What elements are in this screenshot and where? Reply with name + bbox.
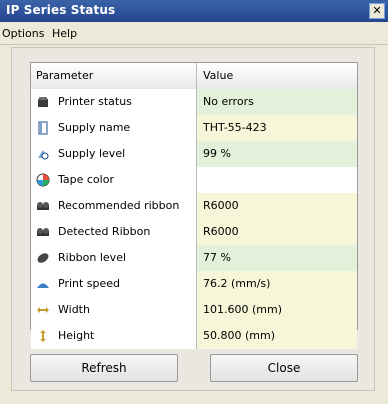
- parameter-cell: Width: [31, 297, 197, 323]
- table-row: Detected Ribbon R6000: [31, 219, 357, 245]
- parameter-label: Supply level: [58, 147, 126, 160]
- table-row: Supply name THT-55-423: [31, 115, 357, 141]
- parameter-cell: Supply name: [31, 115, 197, 141]
- value-cell: 101.600 (mm): [197, 297, 357, 323]
- status-table: Parameter Value Printer status No errors S…: [30, 62, 358, 349]
- table-row: Recommended ribbon R6000: [31, 193, 357, 219]
- table-header-row: Parameter Value: [31, 63, 357, 89]
- value-cell: [197, 167, 357, 193]
- parameter-cell: Height: [31, 323, 197, 349]
- table-row: Printer status No errors: [31, 89, 357, 115]
- height-icon: [36, 329, 50, 343]
- parameter-cell: Tape color: [31, 167, 197, 193]
- window-title: IP Series Status: [6, 3, 116, 17]
- speed-icon: [36, 277, 50, 291]
- parameter-label: Height: [58, 329, 95, 342]
- parameter-label: Detected Ribbon: [58, 225, 151, 238]
- width-icon: [36, 303, 50, 317]
- table-row: Width 101.600 (mm): [31, 297, 357, 323]
- printer-icon: [36, 95, 50, 109]
- table-row: Tape color: [31, 167, 357, 193]
- value-cell: No errors: [197, 89, 357, 115]
- menu-bar: Options Help: [0, 23, 388, 45]
- supply-level-icon: [36, 147, 50, 161]
- close-button[interactable]: Close: [210, 354, 358, 382]
- value-cell: R6000: [197, 193, 357, 219]
- parameter-cell: Supply level: [31, 141, 197, 167]
- ribbon-icon: [36, 225, 50, 239]
- table-row: Ribbon level 77 %: [31, 245, 357, 271]
- parameter-cell: Print speed: [31, 271, 197, 297]
- parameter-cell: Recommended ribbon: [31, 193, 197, 219]
- title-bar: IP Series Status ✕: [0, 0, 388, 22]
- supply-icon: [36, 121, 50, 135]
- table-row: Supply level 99 %: [31, 141, 357, 167]
- refresh-button[interactable]: Refresh: [30, 354, 178, 382]
- close-icon[interactable]: ✕: [369, 3, 385, 19]
- header-parameter: Parameter: [31, 63, 197, 89]
- menu-help[interactable]: Help: [52, 27, 77, 40]
- value-cell: 77 %: [197, 245, 357, 271]
- header-value: Value: [197, 63, 357, 89]
- value-cell: 99 %: [197, 141, 357, 167]
- ribbon-icon: [36, 199, 50, 213]
- table-row: Height 50.800 (mm): [31, 323, 357, 349]
- parameter-label: Tape color: [58, 173, 114, 186]
- color-icon: [36, 173, 50, 187]
- parameter-cell: Printer status: [31, 89, 197, 115]
- parameter-label: Print speed: [58, 277, 121, 290]
- parameter-label: Width: [58, 303, 90, 316]
- ribbon-level-icon: [36, 251, 50, 265]
- parameter-cell: Ribbon level: [31, 245, 197, 271]
- value-cell: 50.800 (mm): [197, 323, 357, 349]
- parameter-label: Printer status: [58, 95, 132, 108]
- parameter-label: Ribbon level: [58, 251, 127, 264]
- status-panel: Parameter Value Printer status No errors S…: [11, 47, 375, 391]
- parameter-label: Recommended ribbon: [58, 199, 180, 212]
- parameter-label: Supply name: [58, 121, 131, 134]
- parameter-cell: Detected Ribbon: [31, 219, 197, 245]
- value-cell: THT-55-423: [197, 115, 357, 141]
- table-row: Print speed 76.2 (mm/s): [31, 271, 357, 297]
- menu-options[interactable]: Options: [2, 27, 44, 40]
- value-cell: R6000: [197, 219, 357, 245]
- status-window: IP Series Status ✕ Options Help Paramete…: [0, 0, 388, 404]
- value-cell: 76.2 (mm/s): [197, 271, 357, 297]
